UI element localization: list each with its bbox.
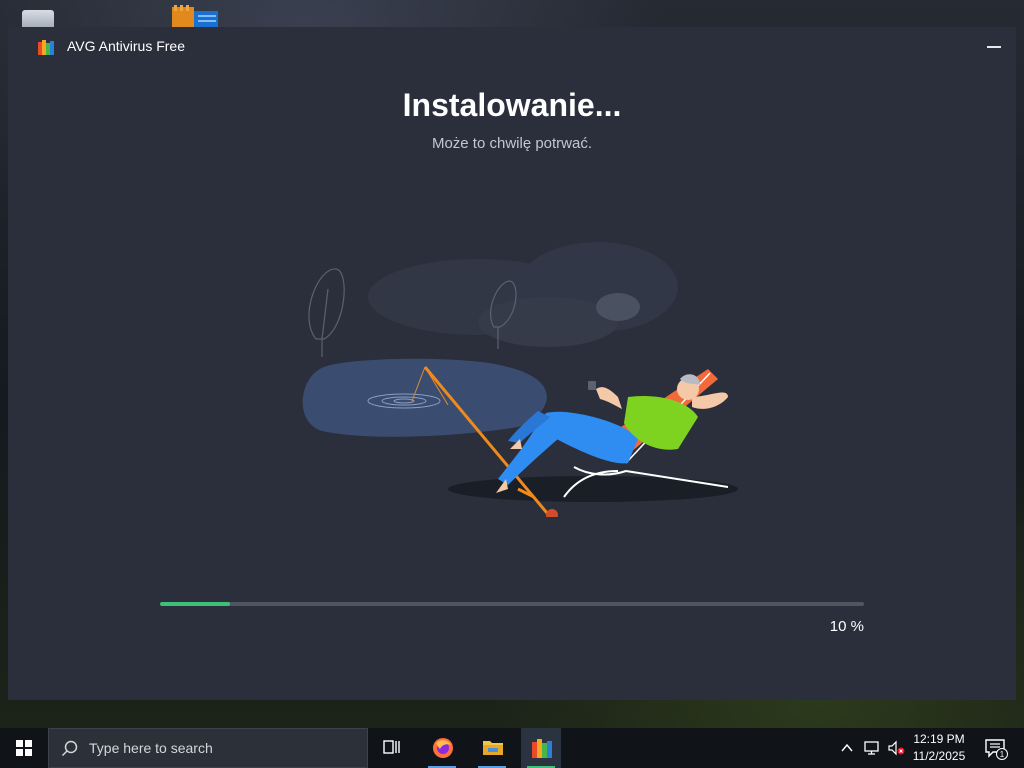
search-placeholder: Type here to search [89,740,213,756]
file-explorer-taskbar-button[interactable] [472,728,512,768]
clock-time: 12:19 PM [913,732,965,746]
notification-count: 1 [1000,750,1005,759]
minimize-button[interactable] [980,33,1008,61]
task-view-icon [383,740,400,754]
page-subtitle: Może to chwilę potrwać. [431,135,593,152]
progress-bar [160,602,864,606]
task-view-button[interactable] [372,728,412,768]
progress-fill [160,602,231,606]
window-titlebar[interactable]: AVG Antivirus Free [8,27,1016,67]
clock-date: 11/2/2025 [912,749,966,763]
show-hidden-icons-button[interactable] [836,728,858,768]
network-icon [864,741,879,755]
start-button[interactable] [0,728,48,768]
taskbar-clock[interactable]: 12:19 PM 11/2/2025 [906,731,972,765]
windows-icon [16,740,32,756]
window-title: AVG Antivirus Free [67,38,186,54]
page-title: Instalowanie... [402,87,622,123]
avg-logo-icon [532,739,552,758]
firefox-icon [433,738,453,758]
chevron-up-icon [841,743,853,752]
taskbar-search-box[interactable]: Type here to search [48,728,368,768]
installer-window: AVG Antivirus Free Instalowanie... Może … [8,27,1016,700]
taskbar: Type here to search 12:19 PM 11/2/2025 1 [0,728,1024,768]
installer-shortcut-icon[interactable] [172,5,220,27]
recycle-bin-icon[interactable] [18,6,58,28]
volume-muted-icon [888,740,905,756]
network-tray-button[interactable] [860,728,882,768]
installing-illustration [302,242,738,517]
search-icon [61,740,78,757]
avg-installer-taskbar-button[interactable] [521,728,561,768]
action-center-button[interactable]: 1 [978,728,1014,768]
folder-icon [483,741,503,755]
volume-tray-button[interactable] [884,728,906,768]
firefox-taskbar-button[interactable] [422,728,462,768]
notification-icon: 1 [985,739,1008,760]
avg-logo-icon [37,38,55,56]
progress-percent: 10 % [829,618,864,635]
